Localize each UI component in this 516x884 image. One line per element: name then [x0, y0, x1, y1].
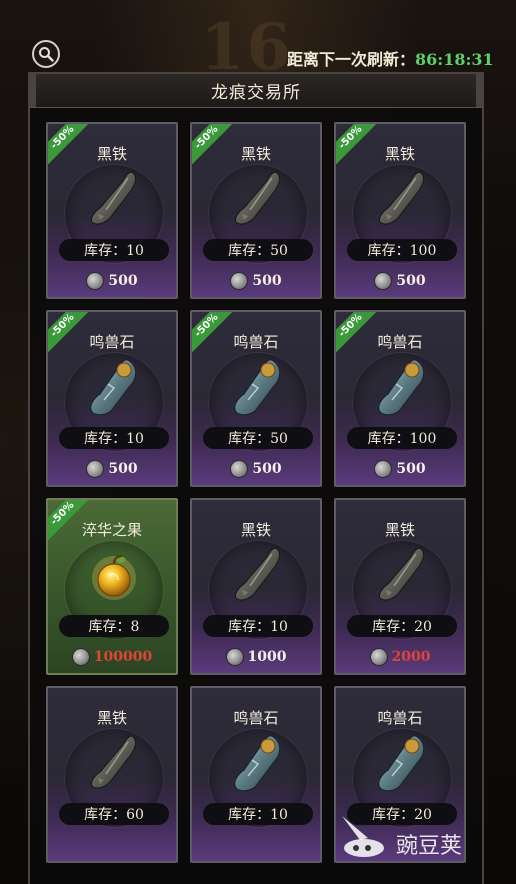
item-name: 黑铁 [384, 145, 415, 163]
panel-title: 龙痕交易所 [30, 74, 482, 108]
silver-coin-icon [228, 269, 251, 293]
exchange-panel: 龙痕交易所 -50% 黑铁 库存：10 500 -50% 黑铁 库存：50 500 -50% 黑铁… [28, 72, 484, 884]
golden-fruit-icon [84, 542, 144, 612]
item-name: 黑铁 [384, 521, 415, 539]
black-iron-icon [372, 166, 432, 236]
item-stock: 库存：50 [203, 239, 313, 261]
item-price: 500 [192, 457, 320, 481]
shop-item-card[interactable]: 黑铁库存：10 1000 [190, 498, 322, 675]
item-price: 500 [336, 457, 464, 481]
item-name: 黑铁 [240, 521, 271, 539]
shop-item-card[interactable]: -50% 鸣兽石 库存：10 500 [46, 310, 178, 487]
item-price: 500 [48, 457, 176, 481]
item-stock: 库存：60 [59, 803, 169, 825]
black-iron-icon [84, 730, 144, 800]
black-iron-icon [372, 542, 432, 612]
item-name: 黑铁 [96, 709, 127, 727]
silver-coin-icon [367, 645, 390, 669]
silver-coin-icon [84, 457, 107, 481]
item-name: 鸣兽石 [377, 333, 423, 351]
item-price-value: 500 [252, 461, 282, 477]
refresh-timer: 距离下一次刷新：86:18:31 [287, 46, 494, 70]
shop-item-card[interactable]: 黑铁库存：20 2000 [334, 498, 466, 675]
shop-item-card[interactable]: 鸣兽石库存：10 [190, 686, 322, 863]
item-name: 鸣兽石 [89, 333, 135, 351]
silver-coin-icon [223, 645, 246, 669]
shop-item-card[interactable]: -50% 鸣兽石 库存：100 500 [334, 310, 466, 487]
item-price-value: 500 [108, 273, 138, 289]
item-name: 鸣兽石 [377, 709, 423, 727]
watermark-text: 豌豆荚 [396, 834, 463, 859]
shop-item-card[interactable]: -50% 黑铁 库存：50 500 [190, 122, 322, 299]
silver-coin-icon [69, 645, 92, 669]
beast-stone-icon [84, 354, 144, 424]
watermark: 豌豆荚 [338, 800, 488, 860]
item-stock: 库存：8 [59, 615, 169, 637]
item-stock: 库存：10 [59, 427, 169, 449]
item-stock: 库存：10 [203, 615, 313, 637]
item-price-value: 500 [252, 273, 282, 289]
black-iron-icon [228, 166, 288, 236]
item-price: 100000 [48, 645, 176, 669]
beast-stone-icon [228, 354, 288, 424]
item-price: 1000 [192, 645, 320, 669]
refresh-time: 86:18:31 [415, 50, 494, 69]
item-name: 鸣兽石 [233, 333, 279, 351]
wandoujia-logo-icon [342, 816, 384, 857]
item-price: 500 [336, 269, 464, 293]
beast-stone-icon [228, 730, 288, 800]
shop-item-card[interactable]: 黑铁库存：60 [46, 686, 178, 863]
shop-item-card[interactable]: -50% 黑铁 库存：10 500 [46, 122, 178, 299]
beast-stone-icon [372, 730, 432, 800]
item-name: 淬华之果 [81, 521, 142, 539]
shop-item-card[interactable]: -50% 黑铁 库存：100 500 [334, 122, 466, 299]
silver-coin-icon [228, 457, 251, 481]
item-stock: 库存：10 [203, 803, 313, 825]
silver-coin-icon [84, 269, 107, 293]
beast-stone-icon [372, 354, 432, 424]
silver-coin-icon [372, 457, 395, 481]
item-stock: 库存：20 [347, 615, 457, 637]
item-price-value: 500 [396, 461, 426, 477]
item-stock: 库存：100 [347, 427, 457, 449]
item-stock: 库存：100 [347, 239, 457, 261]
search-icon [39, 47, 54, 62]
item-stock: 库存：10 [59, 239, 169, 261]
item-price-value: 500 [108, 461, 138, 477]
item-name: 鸣兽石 [233, 709, 279, 727]
item-price: 500 [192, 269, 320, 293]
item-name: 黑铁 [240, 145, 271, 163]
item-name: 黑铁 [96, 145, 127, 163]
silver-coin-icon [372, 269, 395, 293]
refresh-label: 距离下一次刷新： [287, 50, 416, 69]
item-stock: 库存：50 [203, 427, 313, 449]
item-price: 500 [48, 269, 176, 293]
search-button[interactable] [32, 40, 60, 68]
item-price-value: 2000 [391, 649, 431, 665]
black-iron-icon [228, 542, 288, 612]
shop-item-card[interactable]: -50% 鸣兽石 库存：50 500 [190, 310, 322, 487]
shop-item-card[interactable]: -50% 淬华之果 库存：8 100000 [46, 498, 178, 675]
black-iron-icon [84, 166, 144, 236]
item-price: 2000 [336, 645, 464, 669]
item-price-value: 500 [396, 273, 426, 289]
item-price-value: 1000 [247, 649, 287, 665]
item-price-value: 100000 [93, 649, 153, 665]
